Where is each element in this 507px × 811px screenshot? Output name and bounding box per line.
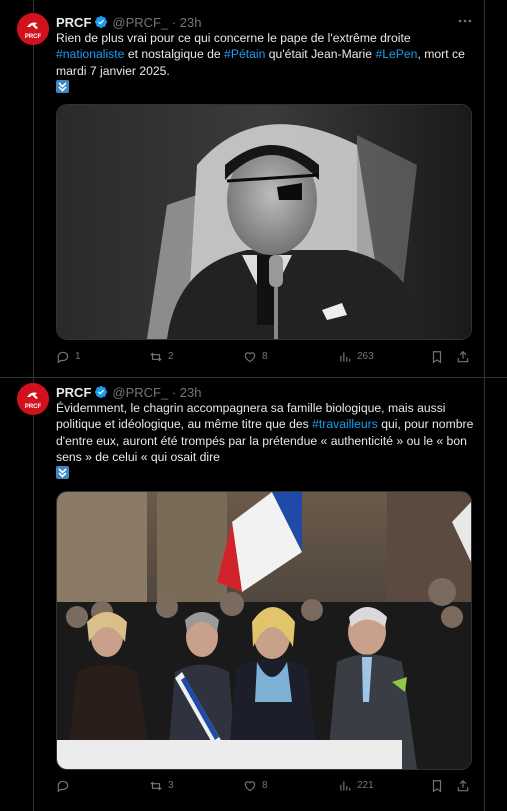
prcf-logo-icon: PRCF — [17, 383, 49, 415]
reply-button[interactable]: 1 — [56, 349, 81, 365]
tweet-header: PRCF @PRCF_ · 23h — [56, 13, 201, 31]
hashtag-link[interactable]: #travailleurs — [312, 417, 378, 431]
avatar[interactable]: PRCF — [17, 13, 49, 45]
hashtag-link[interactable]: #Pétain — [224, 47, 265, 61]
hashtag-link[interactable]: #nationaliste — [56, 47, 124, 61]
bookmark-icon — [432, 351, 442, 364]
tweet-photo[interactable] — [56, 104, 472, 340]
more-options-icon[interactable] — [457, 13, 473, 29]
share-button[interactable] — [456, 778, 470, 794]
share-icon — [457, 350, 469, 363]
avatar[interactable]: PRCF — [17, 383, 49, 415]
repost-count: 3 — [168, 780, 174, 791]
views-button[interactable]: 263 — [338, 349, 374, 365]
repost-icon — [150, 352, 162, 362]
reply-count: 1 — [75, 351, 81, 362]
hashtag-link[interactable]: #LePen — [375, 47, 417, 61]
heart-icon — [244, 352, 256, 363]
view-count: 221 — [357, 780, 374, 791]
verified-badge-icon — [95, 386, 108, 398]
reply-icon — [57, 780, 69, 793]
double-down-arrow-icon — [56, 79, 69, 93]
verified-badge-icon — [95, 16, 108, 28]
svg-text:PRCF: PRCF — [25, 34, 42, 40]
bookmark-button[interactable] — [430, 778, 444, 794]
crowd-photo — [57, 492, 471, 769]
views-button[interactable]: 221 — [338, 778, 374, 794]
prcf-logo-icon: PRCF — [17, 13, 49, 45]
tweet-header: PRCF @PRCF_ · 23h — [56, 383, 201, 401]
portrait-photo — [57, 105, 471, 339]
bookmark-button[interactable] — [430, 349, 444, 365]
views-chart-icon — [340, 781, 351, 791]
tweet-text: Évidemment, le chagrin accompagnera sa f… — [56, 400, 476, 481]
reply-button[interactable] — [56, 778, 75, 794]
share-button[interactable] — [456, 349, 470, 365]
double-down-arrow-icon — [56, 466, 69, 480]
like-count: 8 — [262, 351, 268, 362]
tweet[interactable]: PRCF PRCF @PRCF_ · 23h Rien de plus vrai… — [0, 0, 507, 378]
like-button[interactable]: 8 — [243, 349, 268, 365]
tweet-text-segment: qu'était Jean-Marie — [265, 47, 376, 62]
bookmark-icon — [432, 780, 442, 793]
tweet-text-segment: et nostalgique de — [124, 47, 225, 62]
handle-and-time[interactable]: @PRCF_ · 23h — [112, 385, 201, 400]
tweet-text-segment: Rien de plus vrai pour ce qui concerne l… — [56, 31, 411, 45]
tweet-photo[interactable] — [56, 491, 472, 770]
heart-icon — [244, 781, 256, 792]
author-name[interactable]: PRCF — [56, 385, 91, 400]
handle-and-time[interactable]: @PRCF_ · 23h — [112, 15, 201, 30]
tweet[interactable]: PRCF PRCF @PRCF_ · 23h Évidemment, le ch… — [0, 378, 507, 811]
view-count: 263 — [357, 351, 374, 362]
svg-text:PRCF: PRCF — [25, 404, 42, 410]
repost-count: 2 — [168, 351, 174, 362]
tweet-text: Rien de plus vrai pour ce qui concerne l… — [56, 30, 476, 95]
reply-icon — [57, 351, 69, 364]
share-icon — [457, 779, 469, 792]
like-count: 8 — [262, 780, 268, 791]
like-button[interactable]: 8 — [243, 778, 268, 794]
tweet-actions: 3 8 221 — [56, 778, 470, 794]
repost-button[interactable]: 3 — [149, 778, 174, 794]
views-chart-icon — [340, 352, 351, 362]
tweet-actions: 1 2 8 263 — [56, 349, 470, 365]
author-name[interactable]: PRCF — [56, 15, 91, 30]
repost-button[interactable]: 2 — [149, 349, 174, 365]
repost-icon — [150, 781, 162, 791]
